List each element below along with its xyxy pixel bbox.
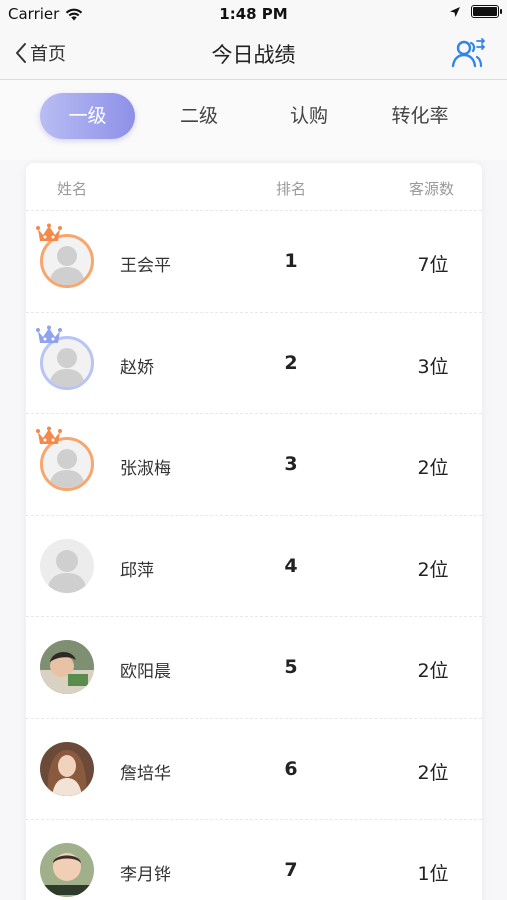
tab-conversion-rate[interactable]: 转化率 — [376, 93, 464, 139]
avatar — [36, 223, 94, 288]
table-row[interactable]: 邱萍 4 2位 — [26, 516, 482, 617]
row-count: 3位 — [417, 355, 449, 378]
row-name: 詹培华 — [120, 763, 171, 784]
row-rank: 6 — [284, 757, 298, 780]
header-rank: 排名 — [276, 180, 307, 198]
level-tabs: 一级 二级 认购 转化率 — [0, 80, 507, 160]
avatar-photo — [40, 843, 94, 897]
row-name: 王会平 — [120, 256, 171, 276]
location-arrow-icon — [450, 6, 460, 17]
row-count: 2位 — [417, 558, 449, 581]
avatar — [40, 538, 94, 593]
table-row[interactable]: 欧阳晨 5 2位 — [26, 617, 482, 719]
row-count: 1位 — [417, 863, 449, 885]
table-row[interactable]: 詹培华 6 2位 — [26, 719, 482, 820]
table-header: 姓名 排名 客源数 — [26, 163, 482, 211]
status-bar: Carrier 1:48 PM — [0, 0, 507, 28]
photo-avatar-image — [40, 640, 94, 694]
row-count: 2位 — [417, 761, 449, 784]
crown-orange-icon — [36, 223, 62, 241]
header-count: 客源数 — [409, 180, 455, 198]
avatar-placeholder — [40, 538, 94, 593]
header-name: 姓名 — [57, 180, 88, 198]
avatar — [40, 843, 94, 897]
back-label: 首页 — [30, 44, 66, 65]
user-silhouette-icon — [49, 347, 85, 387]
ranking-card: 姓名 排名 客源数 王会平 1 7位 赵娇 2 3位 张淑梅 3 2位 邱萍 4… — [26, 163, 482, 900]
table-row[interactable]: 张淑梅 3 2位 — [26, 414, 482, 516]
user-silhouette-icon — [49, 449, 85, 488]
table-row[interactable]: 王会平 1 7位 — [26, 211, 482, 313]
row-name: 邱萍 — [120, 560, 154, 581]
row-rank: 2 — [284, 351, 298, 374]
battery-icon — [471, 5, 502, 18]
photo-avatar-image — [40, 843, 94, 897]
row-rank: 5 — [284, 656, 298, 678]
row-name: 李月铧 — [120, 865, 171, 885]
tab-level-1[interactable]: 一级 — [40, 93, 135, 139]
user-silhouette-icon — [47, 549, 87, 593]
row-name: 张淑梅 — [120, 459, 171, 479]
table-row[interactable]: 李月铧 7 1位 — [26, 820, 482, 900]
row-count: 2位 — [417, 660, 449, 682]
chevron-left-icon — [16, 43, 26, 63]
page-title: 今日战绩 — [211, 43, 296, 67]
back-button[interactable]: 首页 — [14, 40, 66, 66]
row-rank: 3 — [284, 453, 298, 475]
row-rank: 7 — [284, 859, 298, 881]
avatar-photo — [40, 640, 94, 694]
table-row[interactable]: 赵娇 2 3位 — [26, 313, 482, 414]
row-rank: 4 — [284, 554, 298, 577]
user-silhouette-icon — [49, 246, 85, 285]
row-name: 赵娇 — [120, 357, 154, 378]
users-switch-icon — [451, 38, 485, 68]
crown-orange-icon — [36, 426, 62, 444]
tab-subscribe[interactable]: 认购 — [270, 93, 348, 139]
status-time: 1:48 PM — [219, 5, 288, 23]
avatar — [40, 741, 94, 796]
avatar — [36, 426, 94, 491]
photo-avatar-image — [40, 741, 94, 796]
row-name: 欧阳晨 — [120, 662, 171, 682]
users-switch-button[interactable] — [451, 36, 487, 72]
row-count: 2位 — [417, 457, 449, 479]
avatar — [40, 640, 94, 694]
avatar — [36, 325, 94, 390]
avatar-photo — [40, 741, 94, 796]
tab-level-2[interactable]: 二级 — [160, 93, 238, 139]
row-count: 7位 — [417, 254, 449, 276]
row-rank: 1 — [284, 250, 298, 272]
crown-blue-icon — [36, 325, 62, 343]
navigation-bar: 首页 今日战绩 — [0, 28, 507, 80]
